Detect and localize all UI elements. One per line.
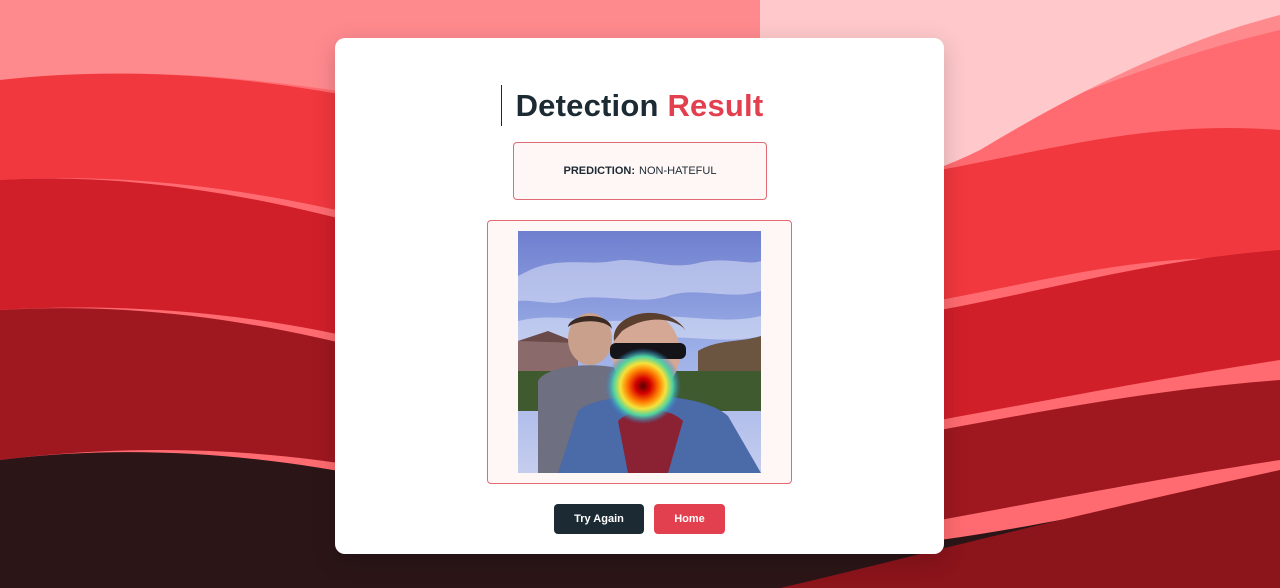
- result-card: Detection Result PREDICTION: NON-HATEFUL: [335, 38, 944, 554]
- heatmap-image-frame: [487, 220, 792, 484]
- prediction-label: PREDICTION:: [563, 165, 636, 177]
- title-accent: Result: [667, 88, 764, 123]
- heatmap-image: [518, 231, 761, 473]
- title-primary: Detection: [515, 88, 659, 123]
- page-title: Detection Result: [335, 86, 944, 126]
- try-again-button[interactable]: Try Again: [554, 504, 644, 534]
- prediction-value: NON-HATEFUL: [639, 165, 717, 177]
- prediction-box: PREDICTION: NON-HATEFUL: [513, 142, 767, 200]
- text-cursor: [501, 85, 502, 126]
- home-button[interactable]: Home: [654, 504, 725, 534]
